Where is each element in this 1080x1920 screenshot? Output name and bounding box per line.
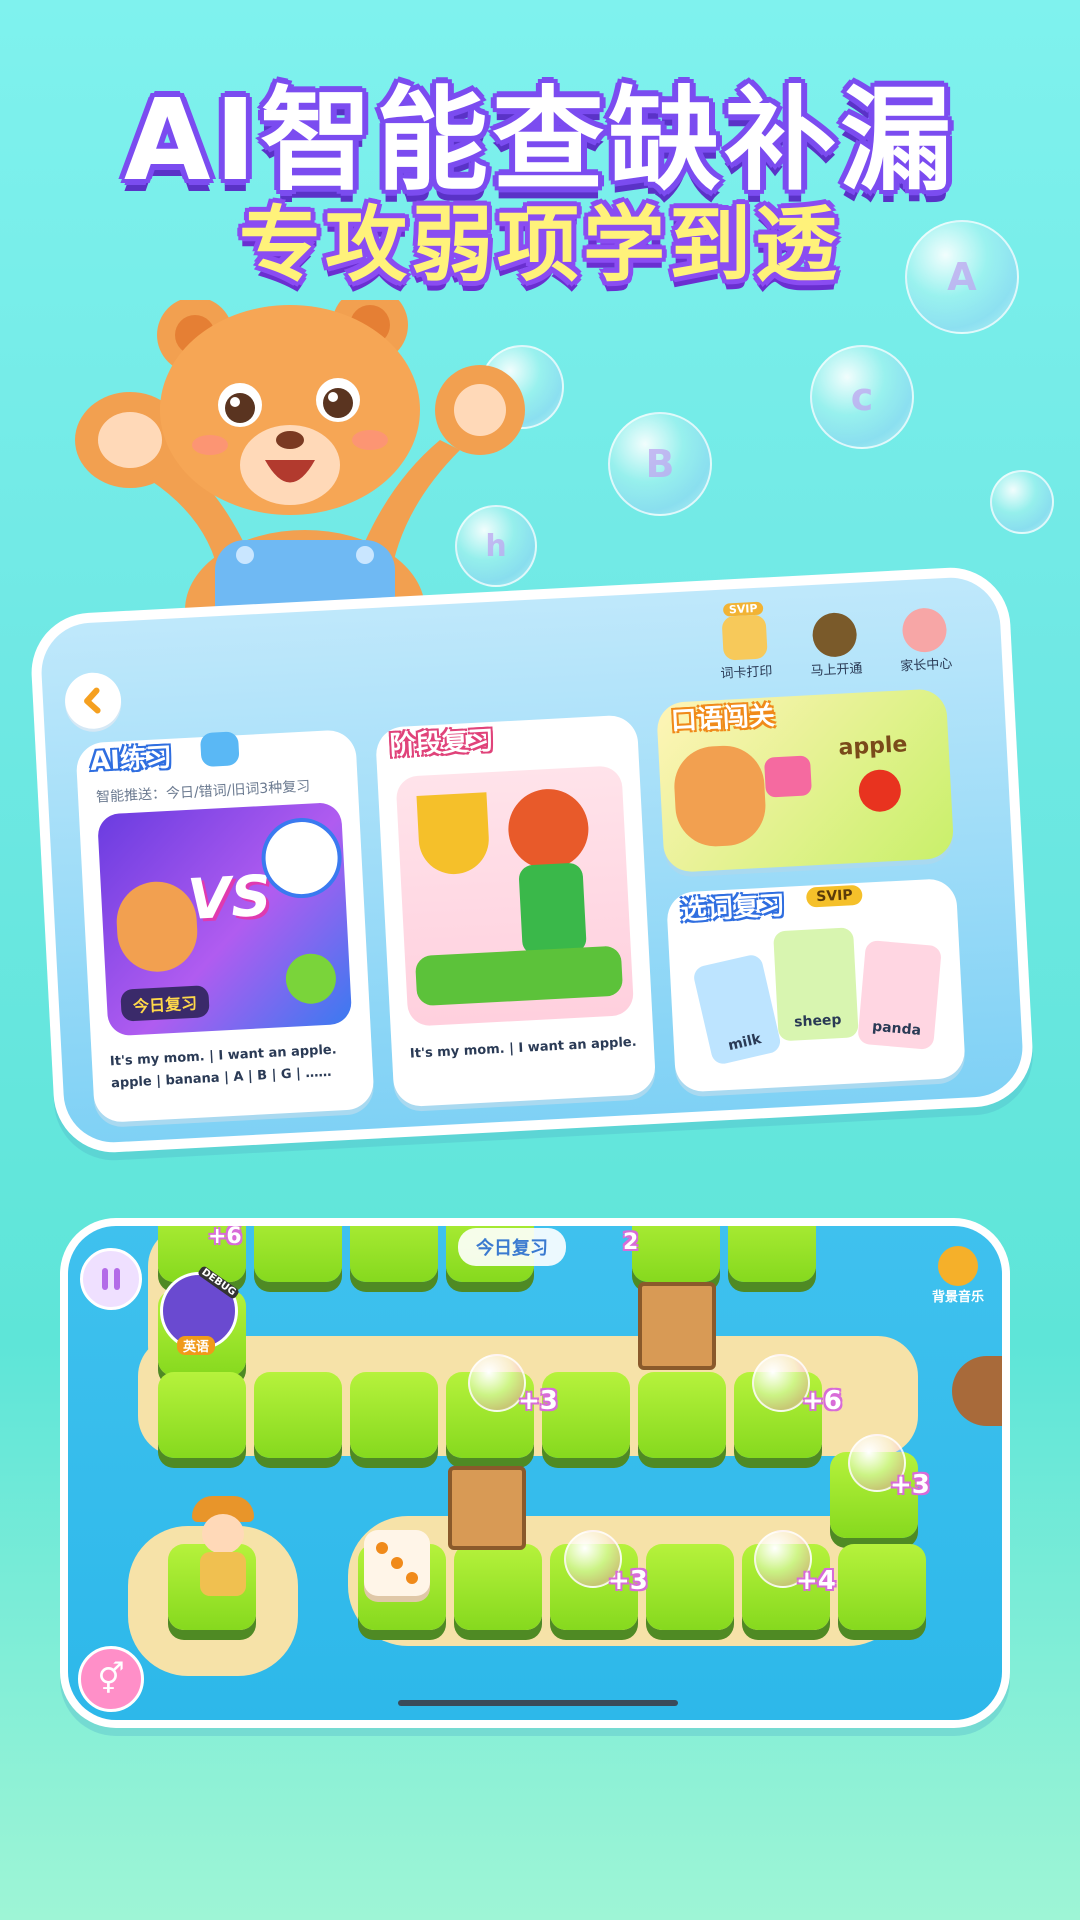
- chevron-left-icon: [84, 687, 101, 714]
- stage-sample-sentences: It's my mom. | I want an apple.: [409, 1034, 637, 1062]
- bonus-label: +3: [518, 1386, 558, 1416]
- player-character: [188, 1496, 258, 1606]
- activate-now-label: 马上开通: [810, 661, 863, 680]
- vs-text: VS: [185, 863, 273, 934]
- boy-body-icon: [518, 862, 587, 956]
- sentence-item: It's my mom.: [409, 1041, 506, 1062]
- today-review-badge: 今日复习: [120, 985, 210, 1022]
- word-card-milk[interactable]: milk: [691, 952, 783, 1067]
- wooden-bridge: [638, 1282, 716, 1370]
- word-item: G: [280, 1066, 293, 1083]
- bonus-label: +4: [796, 1566, 836, 1596]
- activate-now-button[interactable]: 马上开通: [797, 596, 873, 680]
- boat-icon: [952, 1356, 1002, 1426]
- word-card-sheep[interactable]: sheep: [773, 927, 859, 1042]
- subject-avatar[interactable]: DEBUG 英语: [160, 1265, 241, 1355]
- home-indicator: [398, 1700, 678, 1706]
- bonus-label: +6: [802, 1386, 842, 1416]
- bubble-letter: B: [608, 412, 712, 516]
- bubble-decoration: [990, 470, 1054, 534]
- printer-icon: [721, 614, 768, 661]
- word-select-title: 选词复习: [680, 890, 786, 927]
- music-icon: [938, 1246, 978, 1286]
- megaphone-icon: [763, 755, 812, 798]
- apple-icon: [857, 768, 902, 813]
- word-card-label: milk: [726, 1031, 763, 1055]
- word-item: A: [233, 1069, 244, 1085]
- board-tile: [728, 1226, 816, 1282]
- top-toolbar: SVIP 词卡打印 马上开通 家长中心: [707, 591, 963, 684]
- boy-head-icon: [506, 787, 591, 872]
- robot-icon: [199, 731, 240, 768]
- grass-platform: [414, 945, 624, 1007]
- gender-toggle-icon[interactable]: ⚥: [78, 1646, 144, 1712]
- tablet-game-board: 今日复习 +6 2 DEBUG 英语 背景音乐 +3 +6 +3 +3 +4 ⚥: [60, 1218, 1010, 1728]
- bonus-label: +3: [890, 1470, 930, 1500]
- bonus-label: +3: [608, 1566, 648, 1596]
- bubble-letter: c: [810, 345, 914, 449]
- background-music-button[interactable]: 背景音乐: [922, 1246, 994, 1305]
- word-card-label: sheep: [793, 1012, 842, 1031]
- word-item: B: [256, 1068, 268, 1084]
- svip-badge: SVIP: [805, 884, 864, 908]
- sentence-item: It's my mom.: [109, 1049, 206, 1070]
- stage-review-title: 阶段复习: [389, 725, 495, 762]
- today-review-label: 今日复习: [458, 1228, 566, 1266]
- stage-review-card[interactable]: 阶段复习 It's my mom. | I want an apple.: [374, 714, 657, 1108]
- dice-icon[interactable]: [364, 1530, 430, 1596]
- ai-practice-card[interactable]: AI练习 智能推送：今日/错词/旧词3种复习 VS 今日复习 It's my m…: [75, 729, 375, 1124]
- parent-avatar-icon: [901, 607, 948, 654]
- ai-practice-subtitle: 智能推送：今日/错词/旧词3种复习: [95, 778, 311, 806]
- clown-robot-icon: [259, 816, 344, 901]
- word-item: banana: [165, 1070, 221, 1089]
- board-tile: [350, 1372, 438, 1458]
- trophy-icon: [416, 792, 491, 876]
- vs-battle-image: VS 今日复习: [97, 801, 353, 1037]
- ai-practice-title: AI练习: [89, 742, 173, 777]
- word-card-panda[interactable]: panda: [857, 939, 942, 1051]
- board-tile: [646, 1544, 734, 1630]
- board-tile: [838, 1544, 926, 1630]
- game-board-screen: 今日复习 +6 2 DEBUG 英语 背景音乐 +3 +6 +3 +3 +4 ⚥: [68, 1226, 1002, 1720]
- sentence-item: I want an apple.: [518, 1034, 637, 1056]
- trophy-boy-image: [395, 765, 635, 1027]
- bear-mascot-illustration: [75, 300, 525, 630]
- pause-button[interactable]: [80, 1248, 142, 1310]
- bubble-letter: A: [905, 220, 1019, 334]
- board-tile: [638, 1372, 726, 1458]
- wooden-bridge: [448, 1466, 526, 1550]
- word-item: apple: [110, 1074, 153, 1092]
- bear-icon: [672, 743, 768, 849]
- parent-center-button[interactable]: 家长中心: [887, 591, 963, 675]
- word-card-print-button[interactable]: SVIP 词卡打印: [707, 601, 783, 685]
- oral-challenge-card[interactable]: 口语闯关 apple: [655, 688, 955, 874]
- word-card-label: panda: [871, 1018, 922, 1039]
- board-tile: [254, 1372, 342, 1458]
- board-tile: [632, 1226, 720, 1282]
- pause-icon: [102, 1268, 120, 1290]
- monster-icon: [284, 952, 338, 1006]
- bonus-label: +6: [208, 1226, 242, 1249]
- crown-check-icon: [811, 611, 858, 658]
- background-music-label: 背景音乐: [931, 1290, 984, 1305]
- board-tile: [158, 1372, 246, 1458]
- board-tile: [254, 1226, 342, 1282]
- board-tile: [454, 1544, 542, 1630]
- parent-center-label: 家长中心: [899, 656, 953, 675]
- board-tile: [350, 1226, 438, 1282]
- word-item: ……: [305, 1064, 332, 1082]
- word-card-print-label: 词卡打印: [720, 664, 773, 682]
- word-select-review-card[interactable]: 选词复习 SVIP milk sheep panda: [665, 877, 966, 1093]
- oral-word-label: apple: [837, 732, 908, 761]
- back-button[interactable]: [63, 671, 123, 731]
- oral-challenge-title: 口语闯关: [670, 701, 776, 737]
- tablet-practice-menu: SVIP 词卡打印 马上开通 家长中心 AI练习 智能推送：今日/错词/旧词3种…: [28, 564, 1036, 1156]
- svip-badge: SVIP: [722, 601, 764, 617]
- sentence-item: I want an apple.: [218, 1042, 337, 1064]
- bonus-label: 2: [623, 1230, 639, 1255]
- subject-label: 英语: [177, 1336, 216, 1355]
- ai-sample-words: apple | banana | A | B | G | ……: [110, 1064, 332, 1092]
- practice-menu-screen: SVIP 词卡打印 马上开通 家长中心 AI练习 智能推送：今日/错词/旧词3种…: [39, 575, 1025, 1145]
